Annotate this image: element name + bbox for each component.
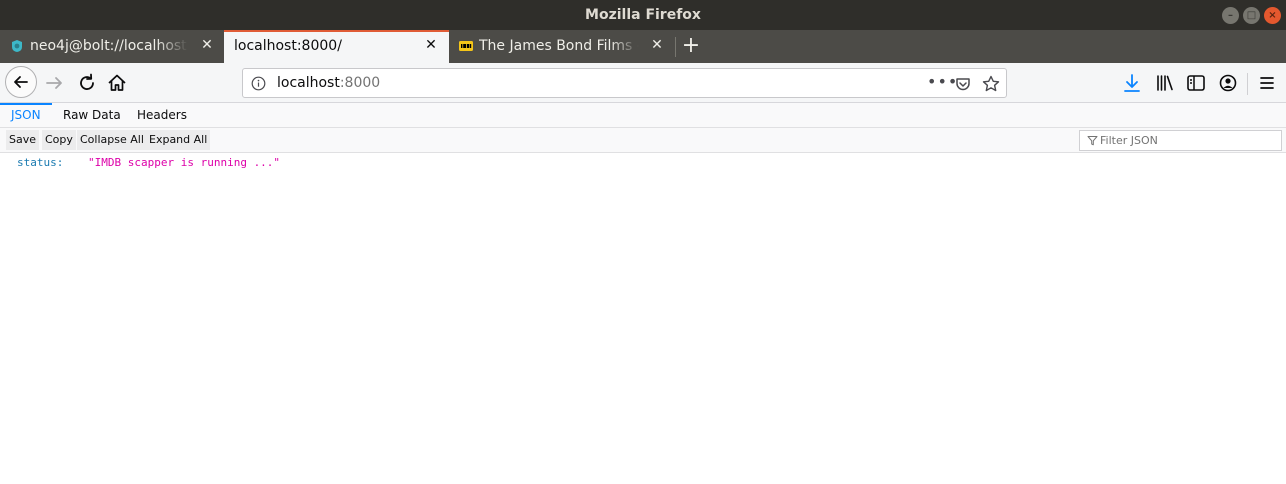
toolbar-separator (1247, 73, 1248, 95)
maximize-icon[interactable]: □ (1243, 7, 1260, 24)
json-row[interactable]: status: "IMDB scapper is running ..." (17, 156, 280, 169)
json-toolbar: Save Copy Collapse All Expand All (0, 128, 1286, 153)
back-arrow-icon (14, 76, 28, 88)
tab-headers[interactable]: Headers (137, 108, 187, 122)
save-button[interactable]: Save (6, 130, 40, 150)
tab-separator (675, 37, 676, 57)
url-port: :8000 (339, 75, 381, 91)
window-title: Mozilla Firefox (585, 7, 701, 23)
minimize-icon[interactable]: – (1222, 7, 1239, 24)
new-tab-icon[interactable]: + (680, 34, 702, 58)
tab-raw-data[interactable]: Raw Data (63, 108, 121, 122)
account-icon[interactable] (1216, 71, 1240, 95)
download-icon[interactable] (1120, 71, 1144, 95)
json-key: status: (17, 156, 64, 169)
tab-close-icon[interactable]: ✕ (200, 38, 214, 52)
copy-button[interactable]: Copy (42, 130, 76, 150)
hamburger-menu-icon[interactable] (1255, 71, 1279, 95)
close-icon[interactable]: × (1264, 7, 1281, 24)
library-icon[interactable] (1153, 71, 1177, 95)
tab-neo4j[interactable]: neo4j@bolt://localhost:7687 ✕ (0, 30, 224, 63)
tab-label: localhost:8000/ (234, 38, 342, 54)
collapse-all-button[interactable]: Collapse All (77, 130, 147, 150)
expand-all-button[interactable]: Expand All (146, 130, 211, 150)
url-text[interactable]: localhost:8000 (277, 75, 380, 91)
tab-close-icon[interactable]: ✕ (424, 38, 438, 52)
bookmark-star-icon[interactable] (981, 74, 1001, 94)
json-value: "IMDB scapper is running ..." (88, 156, 281, 169)
tab-label: neo4j@bolt://localhost:7687 (30, 38, 188, 54)
url-bar[interactable]: localhost:8000 ••• (242, 68, 1007, 98)
tab-strip: neo4j@bolt://localhost:7687 ✕ localhost:… (0, 30, 1286, 63)
tab-label: The James Bond Films - IMDb (479, 38, 639, 54)
tab-close-icon[interactable]: ✕ (650, 38, 664, 52)
url-host: localhost (277, 75, 340, 91)
filter-icon (1087, 136, 1098, 146)
imdb-icon (459, 41, 473, 51)
sidebar-icon[interactable] (1184, 71, 1208, 95)
neo4j-icon (12, 40, 22, 52)
navigation-bar: localhost:8000 ••• (0, 63, 1286, 103)
tab-imdb[interactable]: The James Bond Films - IMDb ✕ (449, 30, 675, 63)
window-titlebar: Mozilla Firefox – □ × (0, 0, 1286, 30)
reload-icon[interactable] (75, 71, 99, 95)
pocket-icon[interactable] (954, 75, 972, 93)
tab-json[interactable]: JSON (11, 108, 41, 122)
filter-json-box[interactable] (1079, 130, 1282, 151)
active-tab-indicator (0, 103, 52, 105)
tab-localhost[interactable]: localhost:8000/ ✕ (224, 30, 449, 63)
forward-arrow-icon[interactable] (43, 71, 67, 95)
back-button[interactable] (5, 66, 37, 98)
info-icon[interactable] (251, 76, 266, 91)
json-viewer-tabs: JSON Raw Data Headers (0, 103, 1286, 128)
filter-json-input[interactable] (1100, 132, 1278, 149)
home-icon[interactable] (105, 71, 129, 95)
